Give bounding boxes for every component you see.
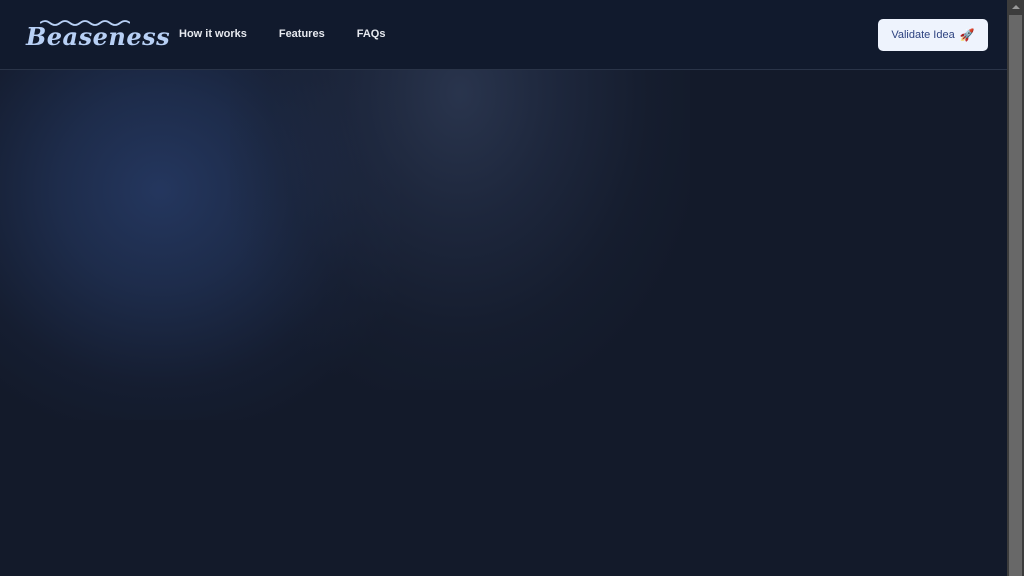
vertical-scrollbar[interactable] — [1007, 0, 1024, 576]
navbar: Beaseness How it works Features FAQs Val… — [0, 0, 1007, 70]
validate-idea-button[interactable]: Validate Idea 🚀 — [878, 19, 988, 51]
brand-name: Beaseness — [26, 22, 171, 51]
nav-link-faqs[interactable]: FAQs — [357, 28, 386, 40]
scroll-up-arrow-icon[interactable] — [1007, 0, 1024, 14]
page: Beaseness How it works Features FAQs Val… — [0, 0, 1007, 576]
validate-idea-label: Validate Idea — [891, 29, 955, 41]
nav-links: How it works Features FAQs — [179, 28, 385, 40]
rocket-icon: 🚀 — [959, 28, 975, 42]
nav-link-how-it-works[interactable]: How it works — [179, 28, 247, 40]
brand-logo[interactable]: Beaseness — [26, 18, 170, 51]
nav-link-features[interactable]: Features — [279, 28, 325, 40]
scrollbar-thumb[interactable] — [1009, 15, 1022, 576]
